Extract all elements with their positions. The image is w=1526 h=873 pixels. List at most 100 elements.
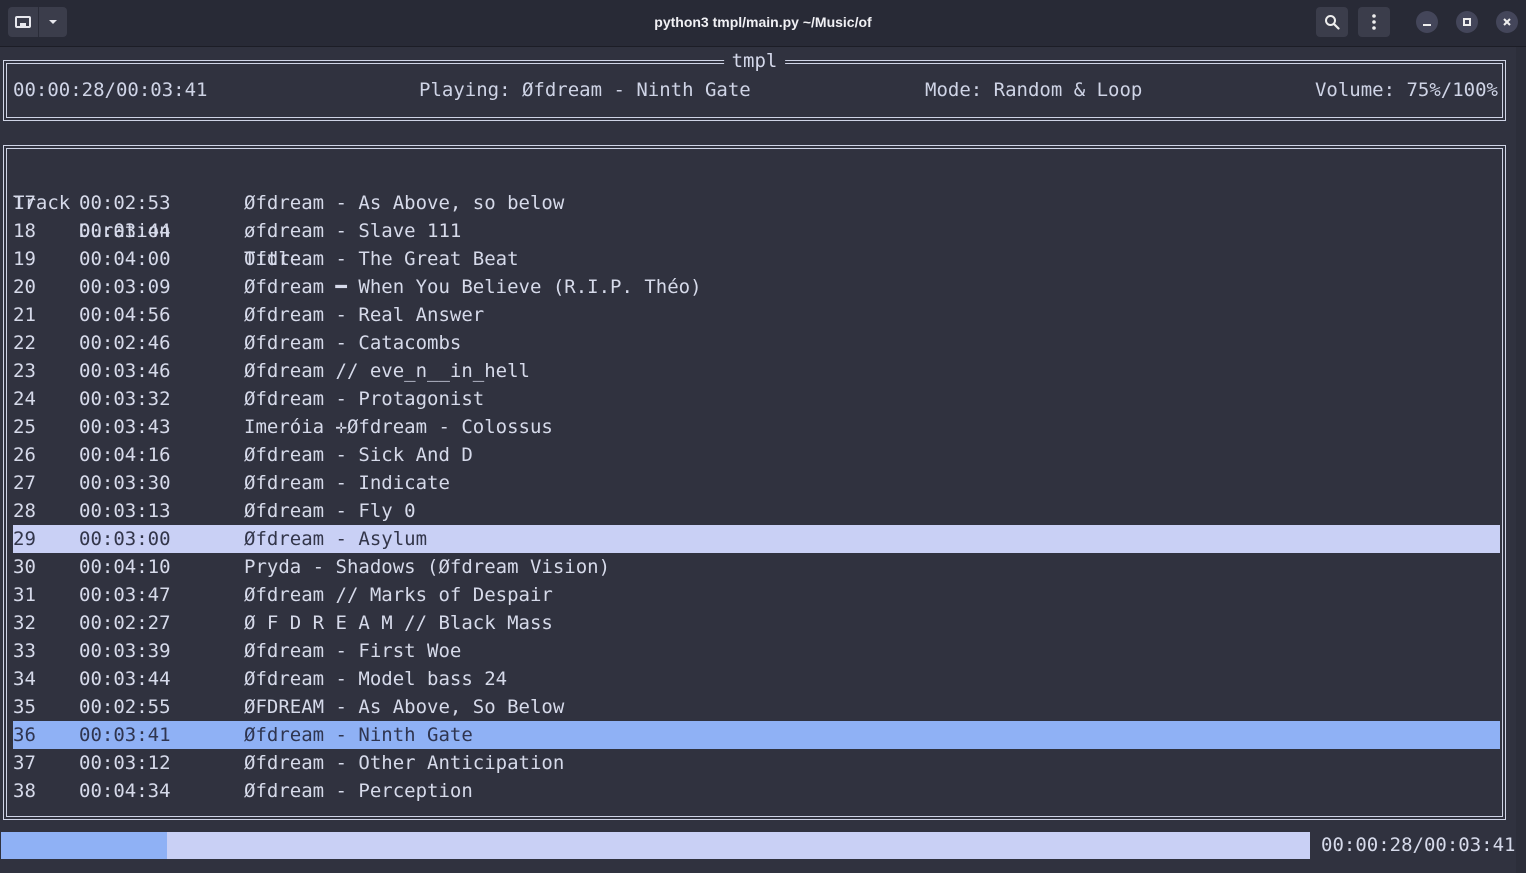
progress-bar-fill: [1, 832, 168, 859]
table-row[interactable]: 20 00:03:09 Øfdream ━ When You Believe (R.…: [13, 273, 1500, 301]
track-title: Øfdream - Real Answer: [244, 304, 485, 326]
table-row[interactable]: 25 00:03:43 Imeróia ✛Øfdream - Colossus: [13, 413, 1500, 441]
track-duration: 00:03:39: [79, 640, 171, 662]
table-row[interactable]: 26 00:04:16 Øfdream - Sick And D: [13, 441, 1500, 469]
track-number: 25: [13, 416, 36, 438]
track-duration: 00:03:44: [79, 668, 171, 690]
track-number: 38: [13, 780, 36, 802]
track-title: øfdream - Slave 111: [244, 220, 462, 242]
track-duration: 00:03:43: [79, 416, 171, 438]
table-row[interactable]: 29 00:03:00 Øfdream - Asylum: [13, 525, 1500, 553]
track-duration: 00:03:32: [79, 388, 171, 410]
close-icon: [1503, 18, 1511, 26]
track-number: 35: [13, 696, 36, 718]
track-duration: 00:03:44: [79, 220, 171, 242]
track-number: 30: [13, 556, 36, 578]
track-title: Ø F D R E A M // Black Mass: [244, 612, 553, 634]
track-duration: 00:03:09: [79, 276, 171, 298]
track-duration: 00:02:55: [79, 696, 171, 718]
track-number: 32: [13, 612, 36, 634]
table-row[interactable]: 19 00:04:00 Ofdream - The Great Beat: [13, 245, 1500, 273]
now-playing: Playing: Øfdream - Ninth Gate: [419, 79, 751, 101]
track-number: 19: [13, 248, 36, 270]
track-number: 17: [13, 192, 36, 214]
track-title: Øfdream - Perception: [244, 780, 473, 802]
window-controls: [1306, 7, 1518, 37]
track-title: Øfdream - As Above, so below: [244, 192, 565, 214]
track-number: 24: [13, 388, 36, 410]
minimize-button[interactable]: [1416, 11, 1438, 33]
track-duration: 00:04:10: [79, 556, 171, 578]
track-number: 36: [13, 724, 36, 746]
track-number: 33: [13, 640, 36, 662]
table-row[interactable]: 34 00:03:44 Øfdream - Model bass 24: [13, 665, 1500, 693]
table-row[interactable]: 28 00:03:13 Øfdream - Fly 0: [13, 497, 1500, 525]
track-duration: 00:03:46: [79, 360, 171, 382]
table-row[interactable]: 24 00:03:32 Øfdream - Protagonist: [13, 385, 1500, 413]
table-row[interactable]: 37 00:03:12 Øfdream - Other Anticipation: [13, 749, 1500, 777]
track-duration: 00:02:27: [79, 612, 171, 634]
track-duration: 00:03:30: [79, 472, 171, 494]
track-title: Øfdream - First Woe: [244, 640, 462, 662]
track-title: ØFDREAM - As Above, So Below: [244, 696, 565, 718]
close-button[interactable]: [1496, 11, 1518, 33]
search-button[interactable]: [1316, 7, 1348, 37]
track-number: 34: [13, 668, 36, 690]
minimize-icon: [1423, 24, 1431, 26]
track-title: Øfdream // eve_n__in_hell: [244, 360, 530, 382]
track-title: Øfdream - Ninth Gate: [244, 724, 473, 746]
table-row[interactable]: 36 00:03:41 Øfdream - Ninth Gate: [13, 721, 1500, 749]
table-row[interactable]: 30 00:04:10 Pryda - Shadows (Øfdream Visio…: [13, 553, 1500, 581]
table-row[interactable]: 18 00:03:44 øfdream - Slave 111: [13, 217, 1500, 245]
track-number: 23: [13, 360, 36, 382]
track-title: Øfdream - Indicate: [244, 472, 450, 494]
menu-button[interactable]: [1358, 7, 1390, 37]
table-row[interactable]: 23 00:03:46 Øfdream // eve_n__in_hell: [13, 357, 1500, 385]
track-title: Øfdream - Protagonist: [244, 388, 485, 410]
track-title: Øfdream - Sick And D: [244, 444, 473, 466]
track-duration: 00:04:16: [79, 444, 171, 466]
track-number: 29: [13, 528, 36, 550]
elapsed-time: 00:00:28/00:03:41: [13, 79, 208, 101]
track-number: 20: [13, 276, 36, 298]
track-number: 31: [13, 584, 36, 606]
track-title: Pryda - Shadows (Øfdream Vision): [244, 556, 611, 578]
track-duration: 00:03:47: [79, 584, 171, 606]
maximize-icon: [1463, 18, 1471, 26]
track-number: 21: [13, 304, 36, 326]
search-icon: [1325, 15, 1340, 30]
play-mode: Mode: Random & Loop: [925, 79, 1143, 101]
table-row[interactable]: 31 00:03:47 Øfdream // Marks of Despair: [13, 581, 1500, 609]
table-row[interactable]: 38 00:04:34 Øfdream - Perception: [13, 777, 1500, 805]
track-duration: 00:03:12: [79, 752, 171, 774]
track-duration: 00:02:46: [79, 332, 171, 354]
status-row: 00:00:28/00:03:41 Playing: Øfdream - Nin…: [13, 79, 1498, 107]
table-row[interactable]: 22 00:02:46 Øfdream - Catacombs: [13, 329, 1500, 357]
track-title: Øfdream - Catacombs: [244, 332, 462, 354]
window-title: python3 tmpl/main.py ~/Music/of: [654, 14, 872, 30]
track-number: 27: [13, 472, 36, 494]
track-duration: 00:04:00: [79, 248, 171, 270]
table-row[interactable]: 21 00:04:56 Øfdream - Real Answer: [13, 301, 1500, 329]
table-row[interactable]: 17 00:02:53 Øfdream - As Above, so below: [13, 189, 1500, 217]
terminal-scrollbar[interactable]: [1516, 47, 1526, 873]
volume-level: Volume: 75%/100%: [1314, 79, 1498, 101]
track-number: 37: [13, 752, 36, 774]
table-row[interactable]: 27 00:03:30 Øfdream - Indicate: [13, 469, 1500, 497]
track-number: 22: [13, 332, 36, 354]
table-row[interactable]: 33 00:03:39 Øfdream - First Woe: [13, 637, 1500, 665]
app-title: tmpl: [723, 50, 786, 72]
progress-bar[interactable]: [1, 832, 1310, 859]
track-number: 28: [13, 500, 36, 522]
terminal-area[interactable]: tmpl 00:00:28/00:03:41 Playing: Øfdream …: [0, 47, 1526, 873]
table-row[interactable]: 32 00:02:27 Ø F D R E A M // Black Mass: [13, 609, 1500, 637]
footer-time: 00:00:28/00:03:41: [1321, 834, 1516, 856]
track-number: 26: [13, 444, 36, 466]
track-title: Øfdream - Model bass 24: [244, 668, 508, 690]
maximize-button[interactable]: [1456, 11, 1478, 33]
table-row[interactable]: 35 00:02:55 ØFDREAM - As Above, So Below: [13, 693, 1500, 721]
track-duration: 00:04:34: [79, 780, 171, 802]
track-title: Ofdream - The Great Beat: [244, 248, 519, 270]
track-title: Øfdream // Marks of Despair: [244, 584, 553, 606]
track-number: 18: [13, 220, 36, 242]
